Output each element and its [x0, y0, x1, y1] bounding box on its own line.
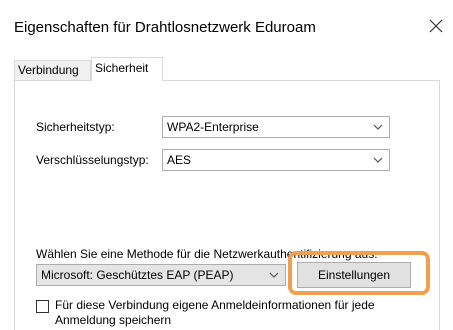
settings-button[interactable]: Einstellungen [297, 262, 411, 288]
tab-sicherheit[interactable]: Sicherheit [91, 57, 163, 81]
security-type-label: Sicherheitstyp: [36, 120, 115, 134]
remember-credentials-checkbox[interactable] [36, 300, 49, 313]
auth-method-value: Microsoft: Geschütztes EAP (PEAP) [41, 268, 234, 282]
encryption-type-value: AES [167, 153, 192, 167]
chevron-down-icon [373, 157, 383, 163]
chevron-down-icon [269, 272, 279, 278]
auth-method-select[interactable]: Microsoft: Geschütztes EAP (PEAP) [36, 264, 286, 286]
tab-verbindung[interactable]: Verbindung [14, 60, 91, 80]
security-type-value: WPA2-Enterprise [167, 120, 259, 134]
window-title: Eigenschaften für Drahtlosnetzwerk Eduro… [14, 19, 316, 36]
properties-dialog: Eigenschaften für Drahtlosnetzwerk Eduro… [0, 0, 453, 330]
remember-credentials-label[interactable]: Für diese Verbindung eigene Anmeldeinfor… [55, 298, 415, 328]
auth-method-label: Wählen Sie eine Methode für die Netzwerk… [36, 247, 378, 261]
close-icon [429, 19, 443, 33]
close-button[interactable] [424, 14, 448, 38]
security-type-select[interactable]: WPA2-Enterprise [162, 116, 390, 138]
encryption-type-label: Verschlüsselungstyp: [36, 153, 149, 167]
chevron-down-icon [373, 124, 383, 130]
encryption-type-select[interactable]: AES [162, 149, 390, 171]
title-bar: Eigenschaften für Drahtlosnetzwerk Eduro… [0, 0, 453, 44]
